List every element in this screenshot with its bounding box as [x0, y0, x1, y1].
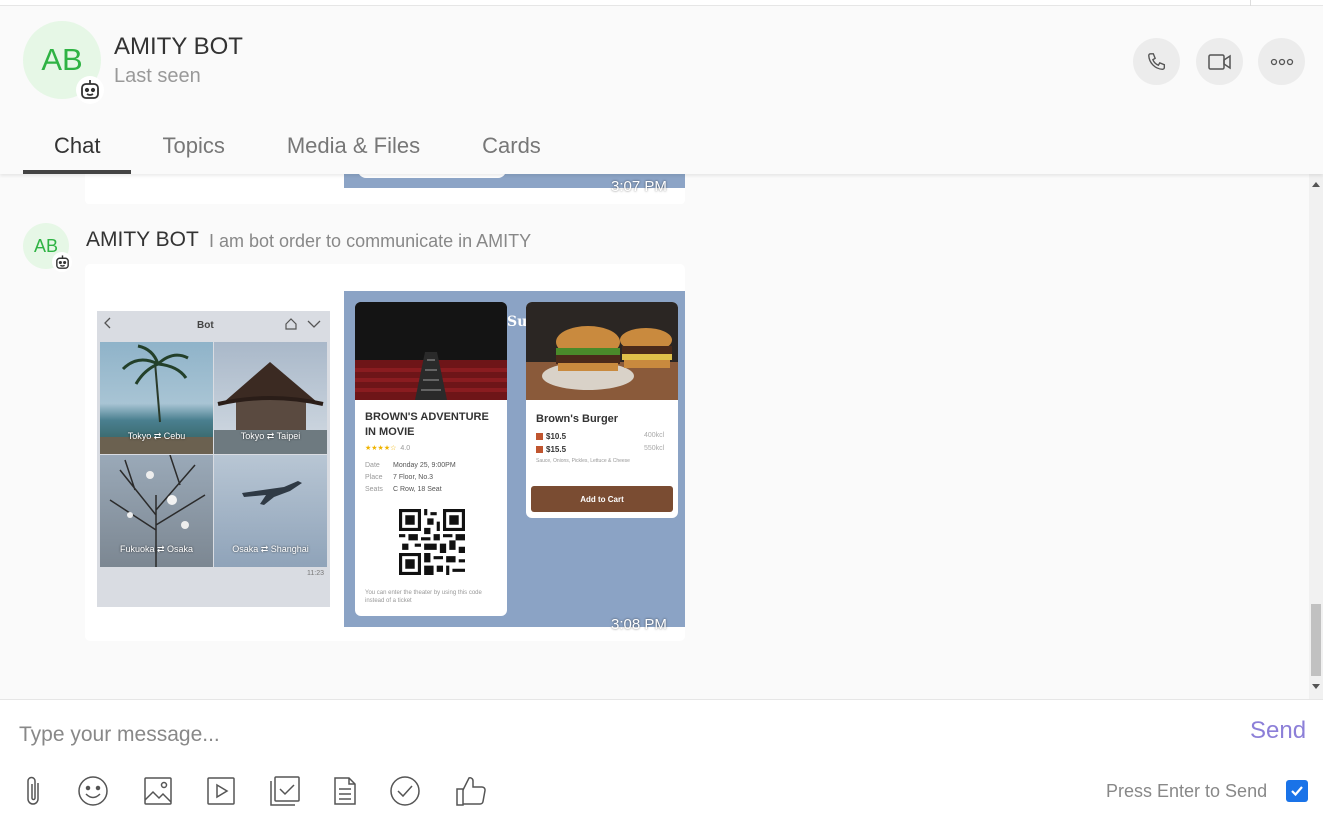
- enter-to-send-checkbox[interactable]: [1286, 780, 1308, 802]
- destination-tile: Osaka ⇄ Shanghai: [214, 455, 327, 567]
- chat-window: AB AMITY BOT Last seen Chat Topics Media…: [0, 0, 1323, 817]
- price-value: $10.5: [546, 432, 567, 441]
- bot-icon: [52, 252, 72, 272]
- scroll-up-arrow[interactable]: [1312, 182, 1320, 187]
- image-message[interactable]: Bot Tokyo ⇄ Cebu Tokyo ⇄ Taipei Fukuoka …: [85, 264, 685, 641]
- video-button[interactable]: [204, 774, 238, 808]
- message-input[interactable]: [19, 720, 1219, 750]
- video-icon: [207, 777, 235, 805]
- send-button[interactable]: Send: [1250, 717, 1306, 745]
- chat-header: AB AMITY BOT Last seen Chat Topics Media…: [0, 6, 1323, 174]
- avatar-initials: AB: [41, 42, 83, 77]
- message-composer: Send Press Enter to Send: [0, 699, 1323, 817]
- seats-label: Seats: [365, 486, 383, 493]
- phone-title: Bot: [197, 320, 214, 331]
- tab-topics[interactable]: Topics: [131, 128, 255, 174]
- promo-image: BROWN'S ADVENTURE IN MOVIE ★★★★☆ 4.0 Date…: [344, 291, 685, 627]
- video-icon: [1207, 53, 1231, 70]
- document-icon: [334, 777, 356, 805]
- theater-image: [355, 302, 507, 400]
- tab-cards[interactable]: Cards: [451, 128, 572, 174]
- image-button[interactable]: [141, 774, 175, 808]
- scroll-down-arrow[interactable]: [1312, 684, 1320, 689]
- tab-chat[interactable]: Chat: [23, 128, 132, 174]
- contact-name: AMITY BOT: [114, 33, 243, 60]
- tab-bar: Chat Topics Media & Files Cards: [23, 128, 572, 174]
- calories-value: 400kcl: [644, 432, 665, 439]
- calories-value: 550kcl: [644, 445, 665, 452]
- more-button[interactable]: [1258, 38, 1305, 85]
- previous-message-card[interactable]: 3:07 PM: [85, 174, 685, 204]
- message-time: 3:08 PM: [611, 616, 667, 633]
- checklist-icon: [270, 776, 300, 806]
- contact-status: Last seen: [114, 65, 201, 87]
- food-title: Brown's Burger: [536, 413, 619, 425]
- message-caption: I am bot order to communicate in AMITY: [209, 231, 532, 251]
- message-scrollbar[interactable]: [1309, 174, 1323, 699]
- add-to-cart-button: Add to Cart: [531, 486, 673, 512]
- like-button[interactable]: [454, 774, 488, 808]
- star-rating: ★★★★☆ 4.0: [365, 445, 411, 452]
- burger-image: [526, 302, 678, 400]
- destination-tile: Tokyo ⇄ Taipei: [214, 342, 327, 454]
- emoji-button[interactable]: [76, 774, 110, 808]
- home-icon: [285, 318, 297, 330]
- scroll-thumb[interactable]: [1311, 604, 1321, 676]
- phone-timestamp: 11:23: [307, 570, 324, 577]
- place-value: 7 Floor, No.3: [393, 474, 434, 481]
- destination-tile: Tokyo ⇄ Cebu: [100, 342, 213, 454]
- more-icon: [1270, 58, 1293, 65]
- destination-tile: Fukuoka ⇄ Osaka: [100, 455, 213, 567]
- tile-label: Osaka ⇄ Shanghai: [232, 544, 309, 554]
- tile-label: Tokyo ⇄ Cebu: [127, 431, 186, 441]
- phone-screenshot: Bot Tokyo ⇄ Cebu Tokyo ⇄ Taipei Fukuoka …: [97, 311, 330, 607]
- place-label: Place: [365, 474, 383, 481]
- tile-label: Fukuoka ⇄ Osaka: [119, 544, 194, 554]
- video-call-button[interactable]: [1196, 38, 1243, 85]
- tab-media-files[interactable]: Media & Files: [256, 128, 451, 174]
- checklist-button[interactable]: [268, 774, 302, 808]
- price-option: $15.5 550kcl: [536, 445, 664, 454]
- attach-button[interactable]: [17, 774, 51, 808]
- seats-value: C Row, 18 Seat: [393, 486, 442, 493]
- tile-label: Tokyo ⇄ Taipei: [240, 431, 301, 441]
- thumbs-up-icon: [456, 777, 486, 806]
- phone-icon: [1147, 52, 1165, 70]
- qr-code: [399, 509, 465, 575]
- back-icon: [104, 317, 111, 329]
- sender-name: AMITY BOT: [86, 228, 199, 251]
- document-button[interactable]: [328, 774, 362, 808]
- food-order-card: Brown's Burger $10.5 400kcl $15.5 550kcl S…: [526, 302, 678, 518]
- message-list[interactable]: 3:07 PM AB AMITY BOT I am bot order to c…: [0, 174, 1309, 699]
- checkmark-icon: [1291, 786, 1303, 797]
- ingredients: Sauce, Onions, Pickles, Lettuce & Cheese: [536, 458, 630, 464]
- rating-value: 4.0: [400, 445, 411, 452]
- movie-ticket-card: BROWN'S ADVENTURE IN MOVIE ★★★★☆ 4.0 Date…: [355, 302, 507, 616]
- chevron-down-icon: [307, 320, 321, 328]
- ticket-note: You can enter the theater by using this …: [365, 590, 482, 604]
- movie-title: BROWN'S ADVENTURE IN MOVIE: [365, 411, 489, 438]
- check-circle-icon: [390, 776, 420, 806]
- emoji-icon: [78, 776, 108, 806]
- task-button[interactable]: [388, 774, 422, 808]
- bot-icon: [76, 76, 104, 104]
- enter-to-send-label: Press Enter to Send: [1106, 781, 1268, 801]
- call-button[interactable]: [1133, 38, 1180, 85]
- attach-icon: [27, 776, 39, 805]
- message-time: 3:07 PM: [611, 178, 667, 195]
- date-label: Date: [365, 462, 380, 469]
- ticket-details: Date Monday 25, 9:00PM Place 7 Floor, No.3…: [365, 460, 456, 496]
- price-option: $10.5 400kcl: [536, 432, 664, 441]
- date-value: Monday 25, 9:00PM: [393, 462, 456, 469]
- image-icon: [144, 777, 172, 805]
- price-value: $15.5: [546, 445, 567, 454]
